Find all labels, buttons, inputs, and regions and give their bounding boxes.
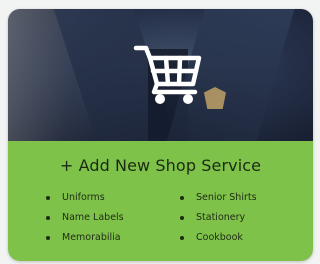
cart-wheel-right [183,94,193,104]
add-shop-service-card[interactable]: + Add New Shop Service Uniforms Name Lab… [8,9,313,261]
card-header-image [8,9,313,141]
bullet-icon [180,236,184,240]
service-label: Senior Shirts [196,192,257,203]
list-item: Memorabilia [46,228,124,248]
list-item: Cookbook [180,228,257,248]
service-label: Stationery [196,212,246,223]
service-label: Memorabilia [62,232,121,243]
list-item: Senior Shirts [180,188,257,208]
cart-wheel-left [155,94,165,104]
service-list-right: Senior Shirts Stationery Cookbook [180,188,257,248]
list-item: Stationery [180,208,257,228]
service-label: Name Labels [62,212,124,223]
card-title[interactable]: + Add New Shop Service [8,156,313,175]
card-body: + Add New Shop Service Uniforms Name Lab… [8,141,313,261]
service-label: Uniforms [62,192,105,203]
service-label: Cookbook [196,232,243,243]
shopping-cart-icon [133,45,202,104]
bullet-icon [46,216,50,220]
bullet-icon [180,196,184,200]
service-list-left: Uniforms Name Labels Memorabilia [46,188,124,248]
bullet-icon [46,196,50,200]
list-item: Uniforms [46,188,124,208]
list-item: Name Labels [46,208,124,228]
bullet-icon [180,216,184,220]
bullet-icon [46,236,50,240]
